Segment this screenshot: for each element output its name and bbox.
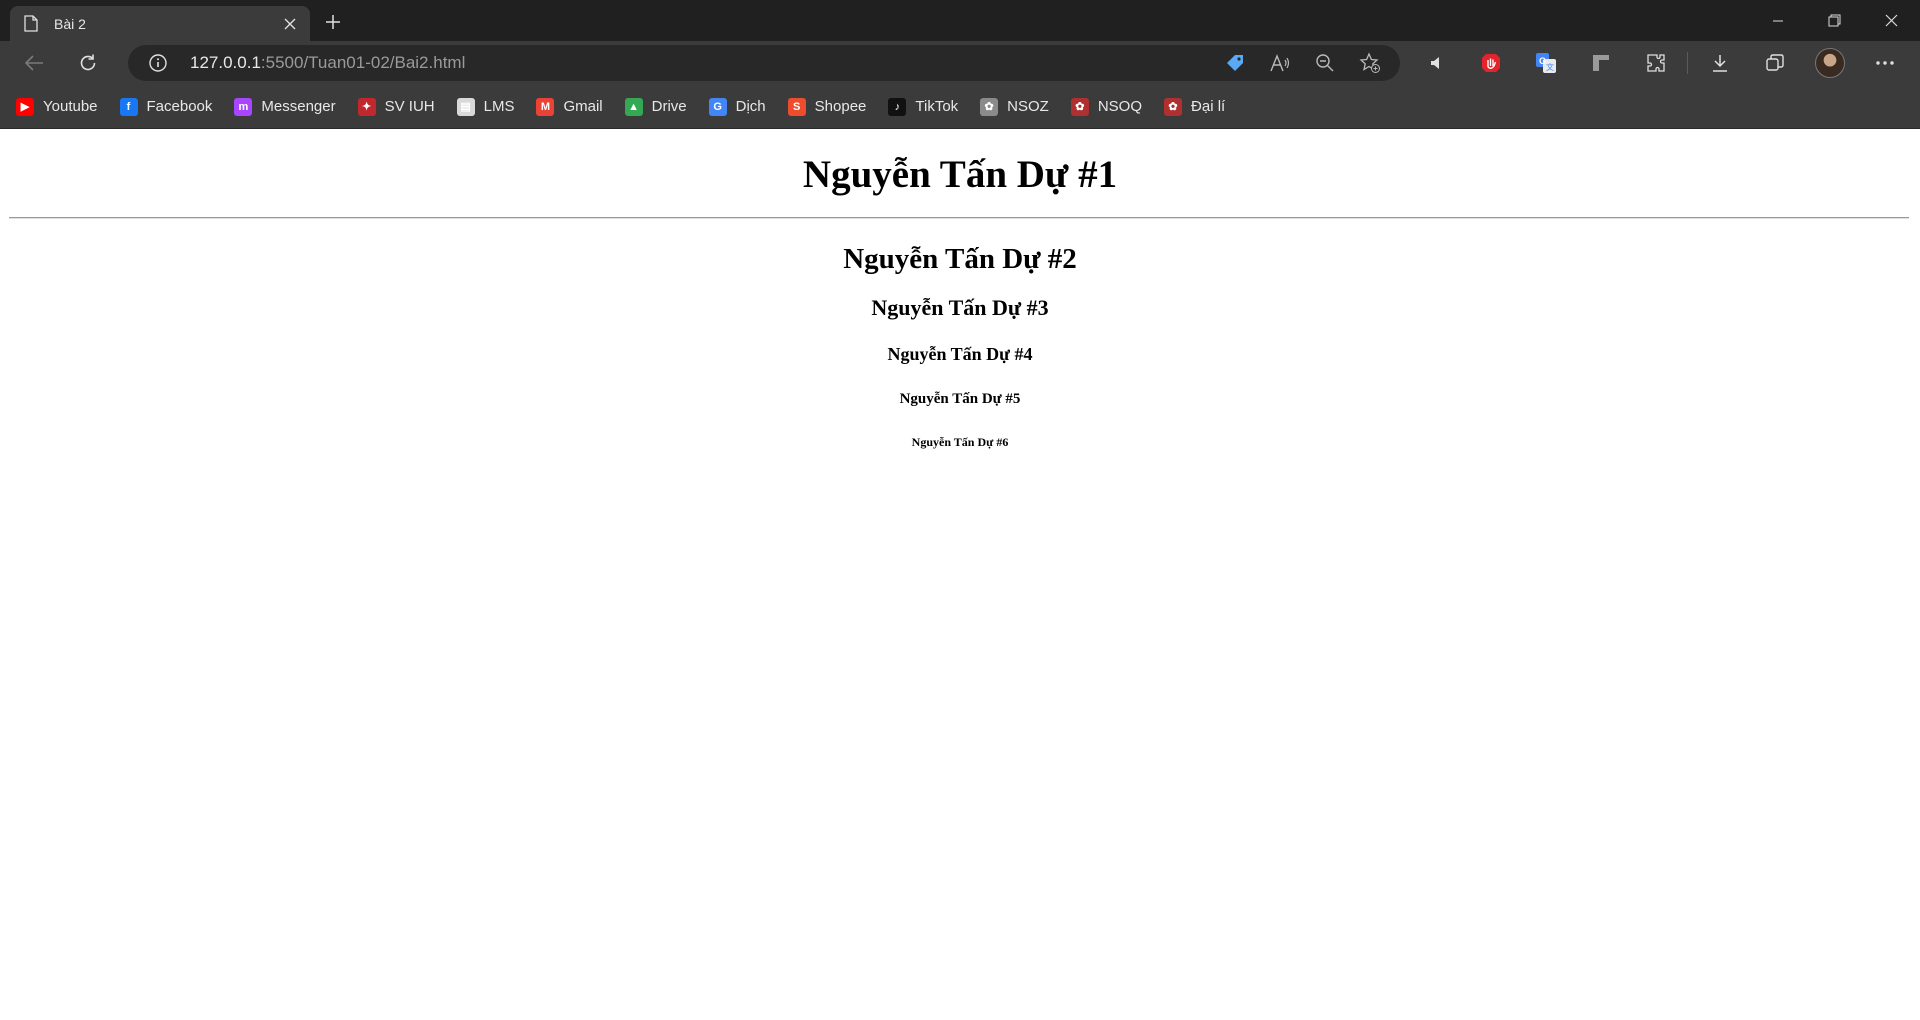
site-info-icon[interactable]	[140, 53, 176, 73]
bookmark-item[interactable]: ▲ Drive	[624, 97, 687, 116]
url-path: :5500/Tuan01-02/Bai2.html	[260, 53, 466, 72]
bookmark-item[interactable]: ▶ Youtube	[16, 97, 98, 116]
collections-icon[interactable]	[1747, 45, 1802, 81]
bookmark-item[interactable]: f Facebook	[119, 97, 213, 116]
window-controls	[1749, 0, 1920, 41]
dai-li-icon: ✿	[1164, 97, 1183, 116]
adblock-extension-icon[interactable]	[1463, 45, 1518, 81]
bookmark-label: Drive	[651, 98, 687, 115]
bookmark-item[interactable]: m Messenger	[234, 97, 336, 116]
heading-3: Nguyễn Tấn Dự #3	[871, 295, 1049, 320]
bookmark-item[interactable]: ✦ SV IUH	[357, 97, 435, 116]
bookmark-label: SV IUH	[384, 98, 435, 115]
bookmark-label: Facebook	[146, 98, 213, 115]
extension-bookmark-icon[interactable]	[1573, 45, 1628, 81]
page-content: Nguyễn Tấn Dự #1 Nguyễn Tấn Dự #2 Nguyễn…	[0, 129, 1920, 1020]
sv-iuh-icon: ✦	[357, 97, 376, 116]
avatar	[1814, 48, 1845, 78]
navigation-bar: 127.0.0.1:5500/Tuan01-02/Bai2.html G文	[0, 41, 1920, 85]
zoom-out-icon[interactable]	[1302, 53, 1347, 73]
bookmark-label: Messenger	[261, 98, 336, 115]
page-icon	[24, 15, 42, 33]
shopee-icon: S	[787, 97, 806, 116]
heading-5: Nguyễn Tấn Dự #5	[899, 391, 1021, 407]
svg-text:文: 文	[1546, 62, 1554, 72]
facebook-icon: f	[119, 97, 138, 116]
translate-icon: G	[708, 97, 727, 116]
media-control-icon[interactable]	[1408, 45, 1463, 81]
bookmark-label: Đại lí	[1191, 98, 1226, 115]
heading-1: Nguyễn Tấn Dự #1	[802, 153, 1118, 196]
bookmark-item[interactable]: ✿ NSOQ	[1070, 97, 1143, 116]
address-bar[interactable]: 127.0.0.1:5500/Tuan01-02/Bai2.html	[128, 45, 1400, 81]
back-icon[interactable]	[14, 45, 54, 81]
browser-tab[interactable]: Bài 2	[10, 6, 310, 41]
new-tab-button[interactable]	[316, 5, 350, 39]
bookmark-label: Youtube	[43, 98, 98, 115]
url-host: 127.0.0.1	[190, 53, 261, 72]
toolbar-separator	[1687, 52, 1688, 74]
bookmark-label: NSOQ	[1097, 98, 1143, 115]
reload-icon[interactable]	[68, 45, 108, 81]
bookmark-label: NSOZ	[1007, 98, 1049, 115]
close-tab-icon[interactable]	[276, 10, 304, 38]
bookmark-item[interactable]: M Gmail	[536, 97, 603, 116]
nsoq-icon: ✿	[1070, 97, 1089, 116]
tab-title: Bài 2	[54, 15, 86, 32]
read-aloud-icon[interactable]	[1257, 53, 1302, 73]
tiktok-icon: ♪	[888, 97, 907, 116]
horizontal-rule	[9, 217, 1909, 219]
bookmark-label: Gmail	[563, 98, 603, 115]
url-text[interactable]: 127.0.0.1:5500/Tuan01-02/Bai2.html	[190, 53, 465, 73]
heading-4: Nguyễn Tấn Dự #4	[887, 344, 1033, 364]
bookmark-item[interactable]: ▤ LMS	[456, 97, 515, 116]
heading-6: Nguyễn Tấn Dự #6	[911, 435, 1009, 449]
close-window-icon[interactable]	[1863, 0, 1920, 41]
bookmark-label: Dịch	[735, 98, 766, 115]
extensions-icon[interactable]	[1628, 45, 1683, 81]
bookmarks-bar: ▶ Youtube f Facebook m Messenger ✦ SV IUH ▤ LMS M G…	[0, 85, 1920, 129]
gmail-icon: M	[536, 97, 555, 116]
lms-icon: ▤	[456, 97, 475, 116]
minimize-icon[interactable]	[1749, 0, 1806, 41]
bookmark-item[interactable]: ✿ Đại lí	[1164, 97, 1226, 116]
nsoz-icon: ✿	[980, 97, 999, 116]
profile-avatar[interactable]	[1802, 45, 1857, 81]
add-favorite-icon[interactable]	[1347, 52, 1392, 74]
shopping-tag-icon[interactable]	[1212, 52, 1257, 74]
heading-2: Nguyễn Tấn Dự #2	[843, 243, 1077, 275]
translate-extension-icon[interactable]: G文	[1518, 45, 1573, 81]
bookmark-item[interactable]: ♪ TikTok	[888, 97, 959, 116]
svg-text:G: G	[1539, 56, 1546, 66]
more-options-icon[interactable]	[1857, 45, 1912, 81]
drive-icon: ▲	[624, 97, 643, 116]
bookmark-label: LMS	[483, 98, 515, 115]
bookmark-item[interactable]: ✿ NSOZ	[980, 97, 1049, 116]
bookmark-label: Shopee	[814, 98, 867, 115]
title-bar: Bài 2	[0, 0, 1920, 41]
bookmark-label: TikTok	[915, 98, 959, 115]
bookmark-item[interactable]: G Dịch	[708, 97, 766, 116]
restore-icon[interactable]	[1806, 0, 1863, 41]
bookmark-item[interactable]: S Shopee	[787, 97, 867, 116]
downloads-icon[interactable]	[1692, 45, 1747, 81]
messenger-icon: m	[234, 97, 253, 116]
youtube-icon: ▶	[16, 97, 34, 116]
